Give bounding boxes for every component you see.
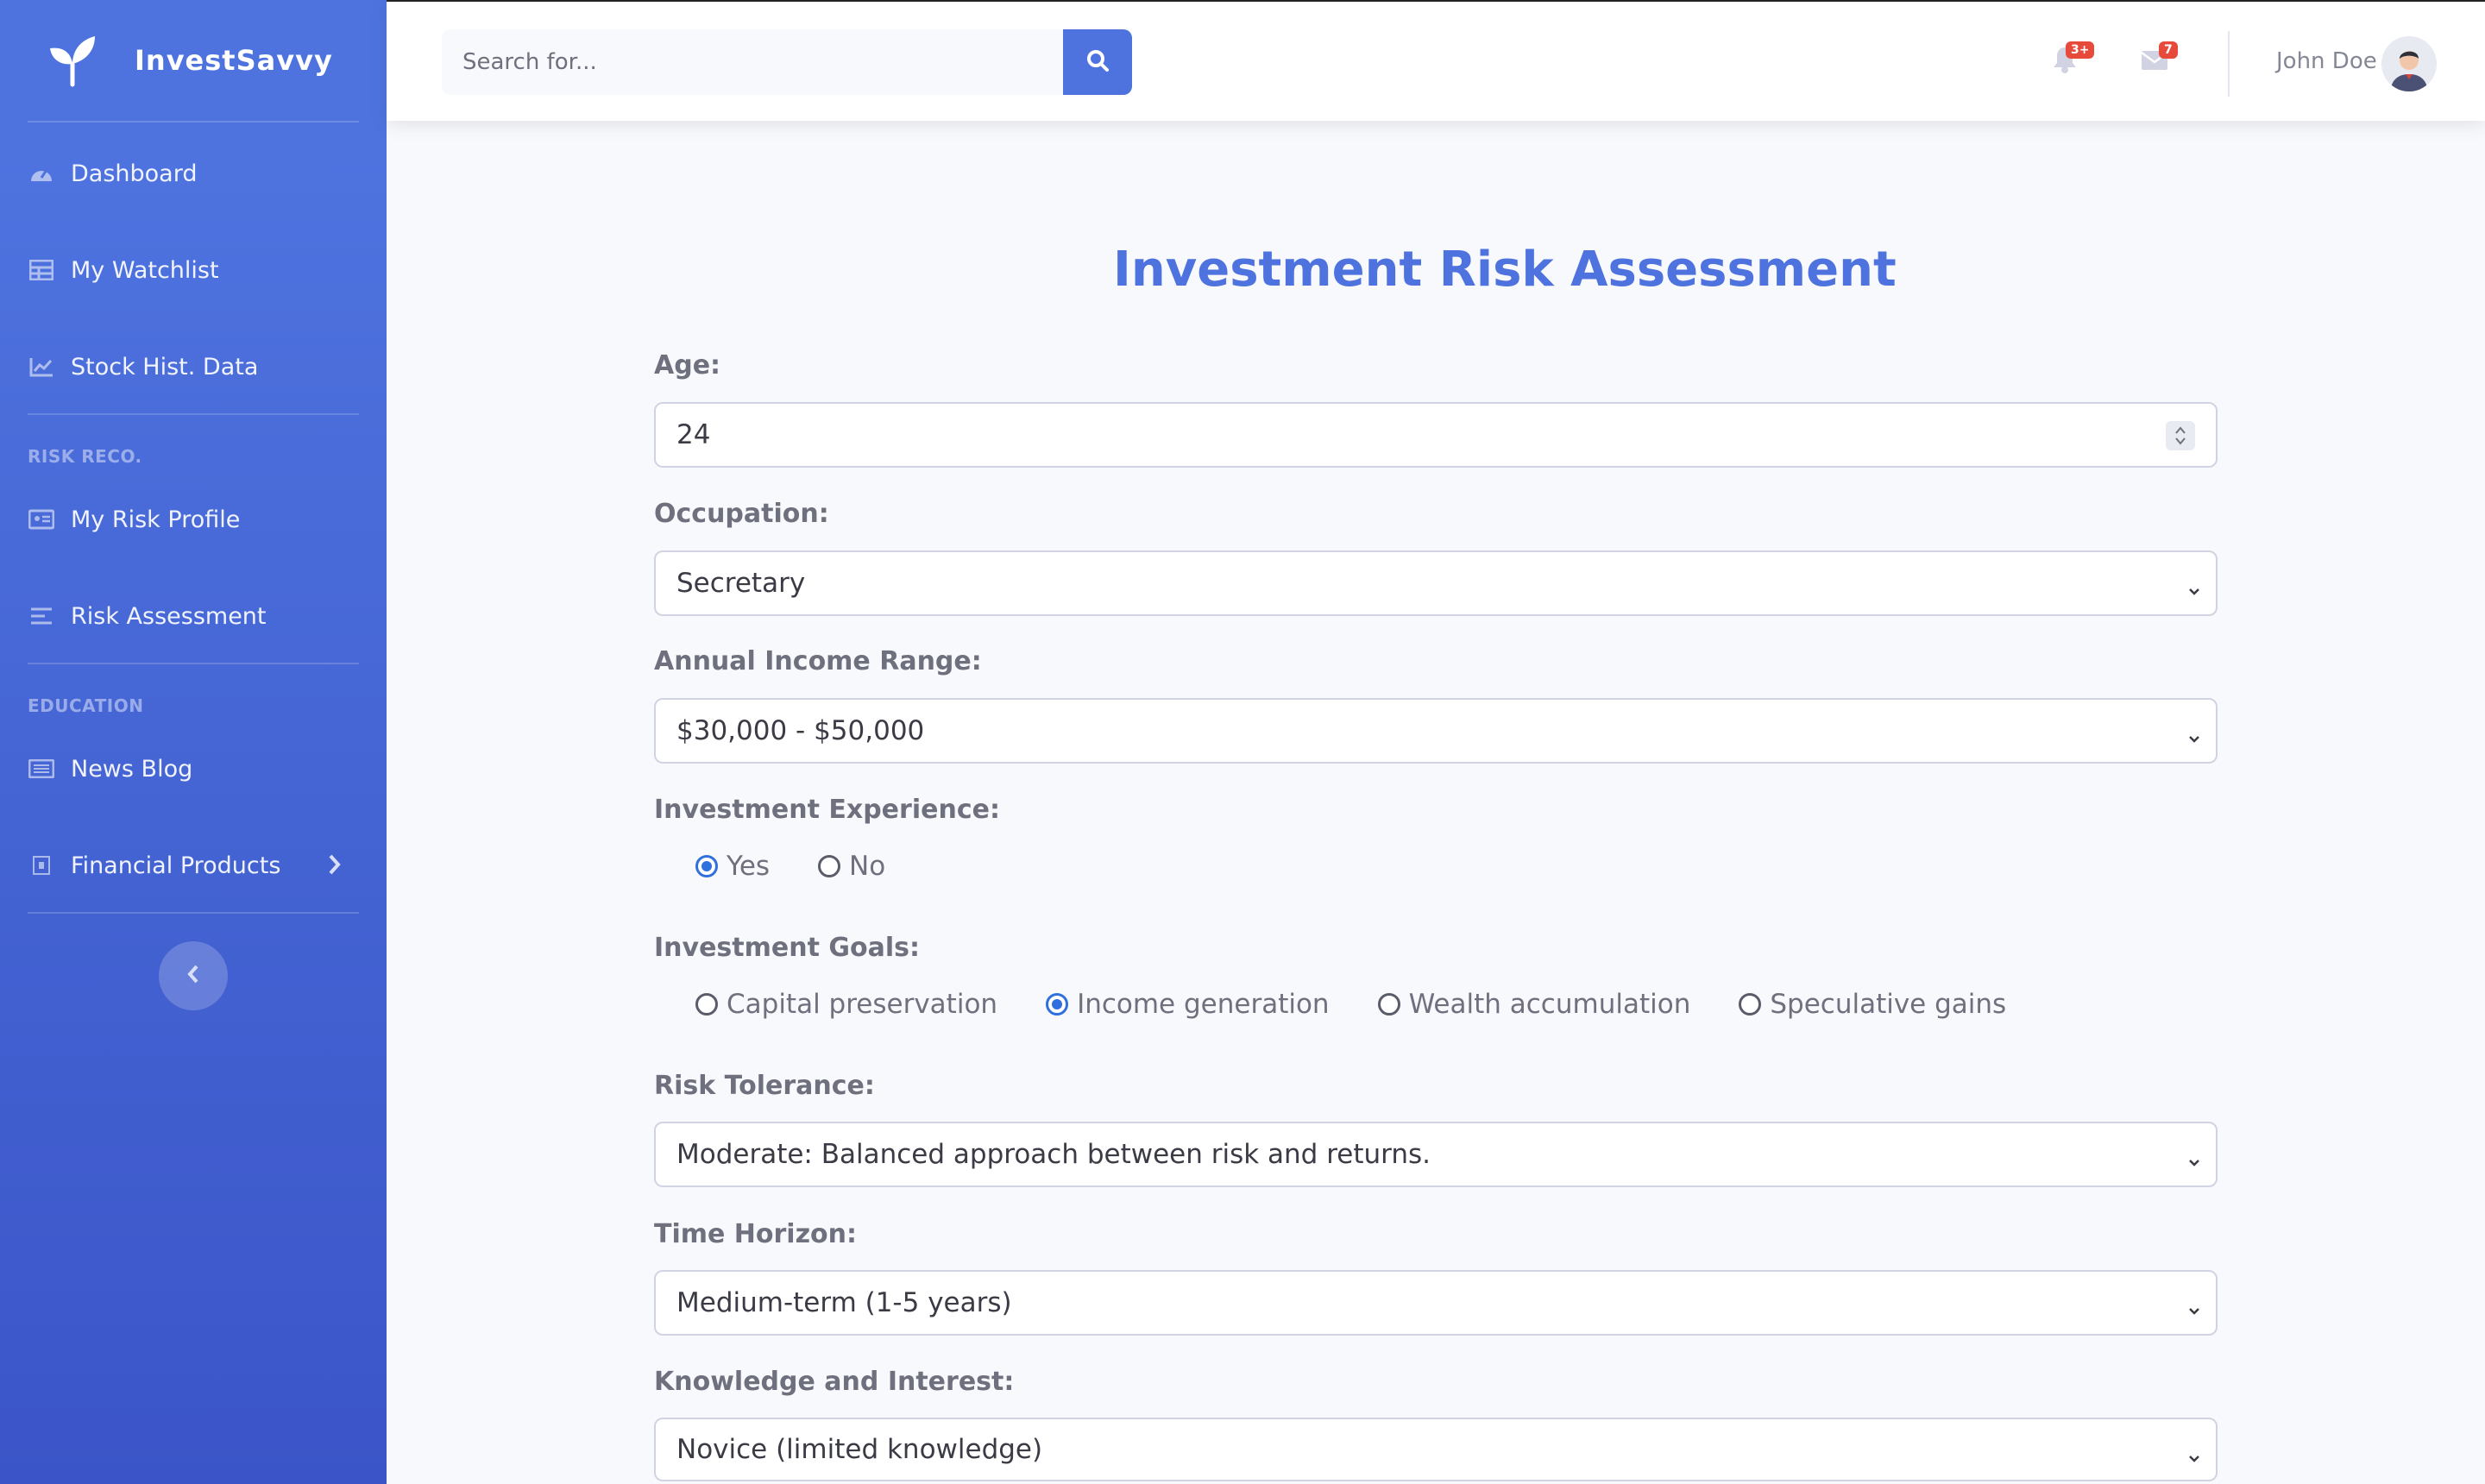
experience-radio-yes[interactable]: Yes — [695, 851, 770, 882]
sidebar: InvestSavvy Dashboard My Watchlist Stock… — [0, 0, 387, 1484]
brand-name: InvestSavvy — [135, 44, 333, 77]
radio-label: Wealth accumulation — [1408, 989, 1691, 1020]
topbar-divider — [2228, 31, 2230, 97]
sidebar-item-label: Risk Assessment — [71, 602, 267, 630]
sidebar-item-stock-hist-data[interactable]: Stock Hist. Data — [28, 341, 373, 393]
knowledge-value: Novice (limited knowledge) — [676, 1434, 1043, 1465]
risk-tolerance-value: Moderate: Balanced approach between risk… — [676, 1139, 1431, 1170]
bell-icon — [2050, 47, 2079, 78]
brand[interactable]: InvestSavvy — [43, 26, 333, 95]
page-title: Investment Risk Assessment — [1113, 242, 1897, 298]
leaf-logo-icon — [43, 33, 100, 88]
radio-unchecked-icon — [695, 993, 718, 1016]
time-horizon-label: Time Horizon: — [654, 1219, 858, 1249]
knowledge-label: Knowledge and Interest: — [654, 1367, 1015, 1397]
experience-label: Investment Experience: — [654, 795, 1000, 825]
sidebar-item-label: My Risk Profile — [71, 506, 241, 533]
income-value: $30,000 - $50,000 — [676, 715, 925, 746]
sidebar-item-my-risk-profile[interactable]: My Risk Profile — [28, 494, 373, 545]
alerts-button[interactable]: 3+ — [2050, 41, 2095, 79]
radio-label: Speculative gains — [1770, 989, 2007, 1020]
income-select[interactable]: $30,000 - $50,000 — [654, 698, 2218, 764]
chevron-down-icon — [2186, 1442, 2202, 1473]
age-value: 24 — [676, 419, 711, 450]
sidebar-item-label: News Blog — [71, 755, 193, 783]
age-input[interactable]: 24 — [654, 402, 2218, 468]
time-horizon-select[interactable]: Medium-term (1-5 years) — [654, 1270, 2218, 1336]
age-label: Age: — [654, 350, 721, 380]
occupation-value: Secretary — [676, 568, 806, 599]
sidebar-divider — [28, 121, 359, 123]
id-card-icon — [28, 506, 55, 533]
avatar[interactable] — [2381, 36, 2437, 91]
search-input[interactable] — [442, 29, 1063, 95]
experience-radio-no[interactable]: No — [818, 851, 885, 882]
product-icon — [28, 852, 55, 879]
sidebar-item-financial-products[interactable]: Financial Products — [28, 839, 373, 891]
newspaper-icon — [28, 755, 55, 783]
chevron-right-icon — [328, 853, 342, 879]
income-label: Annual Income Range: — [654, 646, 982, 676]
goals-radio-wealth-accumulation[interactable]: Wealth accumulation — [1377, 989, 1691, 1020]
chevron-down-icon — [2186, 722, 2202, 753]
align-left-icon — [28, 602, 55, 630]
radio-label: Income generation — [1077, 989, 1330, 1020]
goals-radio-capital-preservation[interactable]: Capital preservation — [695, 989, 997, 1020]
search-button[interactable] — [1063, 29, 1132, 95]
goals-radio-income-generation[interactable]: Income generation — [1046, 989, 1330, 1020]
time-horizon-value: Medium-term (1-5 years) — [676, 1287, 1012, 1318]
goals-radio-group: Capital preservation Income generation W… — [695, 989, 2006, 1020]
sidebar-item-news-blog[interactable]: News Blog — [28, 743, 373, 795]
radio-unchecked-icon — [1739, 993, 1762, 1016]
topbar: 3+ 7 John Doe — [387, 0, 2485, 121]
sidebar-item-label: Stock Hist. Data — [71, 353, 259, 380]
experience-radio-group: Yes No — [695, 851, 885, 882]
knowledge-select[interactable]: Novice (limited knowledge) — [654, 1418, 2218, 1481]
chevron-down-icon — [2186, 1294, 2202, 1325]
user-name[interactable]: John Doe — [2276, 48, 2377, 74]
envelope-icon — [2140, 51, 2169, 78]
sidebar-item-risk-assessment[interactable]: Risk Assessment — [28, 590, 373, 642]
radio-label: Capital preservation — [727, 989, 998, 1020]
sidebar-toggle-button[interactable] — [159, 941, 228, 1010]
radio-label: No — [849, 851, 886, 882]
chart-line-icon — [28, 353, 55, 380]
sidebar-divider — [28, 413, 359, 415]
search-bar — [442, 29, 1132, 95]
risk-tolerance-select[interactable]: Moderate: Balanced approach between risk… — [654, 1122, 2218, 1187]
sidebar-heading-education: EDUCATION — [28, 695, 144, 716]
number-stepper[interactable] — [2166, 421, 2195, 450]
radio-label: Yes — [727, 851, 771, 882]
risk-tolerance-label: Risk Tolerance: — [654, 1071, 875, 1101]
dashboard-gauge-icon — [28, 160, 55, 187]
messages-button[interactable]: 7 — [2140, 41, 2178, 79]
occupation-select[interactable]: Secretary — [654, 550, 2218, 616]
search-icon — [1085, 48, 1110, 76]
radio-unchecked-icon — [818, 855, 841, 877]
radio-unchecked-icon — [1377, 993, 1400, 1016]
radio-checked-icon — [695, 855, 718, 877]
sidebar-divider — [28, 663, 359, 664]
sidebar-divider — [28, 912, 359, 914]
occupation-label: Occupation: — [654, 499, 829, 529]
sidebar-item-label: My Watchlist — [71, 256, 219, 284]
table-icon — [28, 256, 55, 284]
goals-label: Investment Goals: — [654, 933, 920, 963]
chevron-down-icon — [2186, 575, 2202, 606]
radio-checked-icon — [1046, 993, 1069, 1016]
sidebar-item-label: Financial Products — [71, 852, 281, 879]
sidebar-heading-risk: RISK RECO. — [28, 446, 142, 467]
chevron-left-icon — [186, 964, 200, 988]
sidebar-item-dashboard[interactable]: Dashboard — [28, 148, 373, 199]
sidebar-item-label: Dashboard — [71, 160, 198, 187]
alerts-badge: 3+ — [2066, 41, 2095, 59]
goals-radio-speculative-gains[interactable]: Speculative gains — [1739, 989, 2006, 1020]
chevron-down-icon — [2186, 1146, 2202, 1177]
messages-badge: 7 — [2159, 41, 2178, 59]
sidebar-item-my-watchlist[interactable]: My Watchlist — [28, 244, 373, 296]
